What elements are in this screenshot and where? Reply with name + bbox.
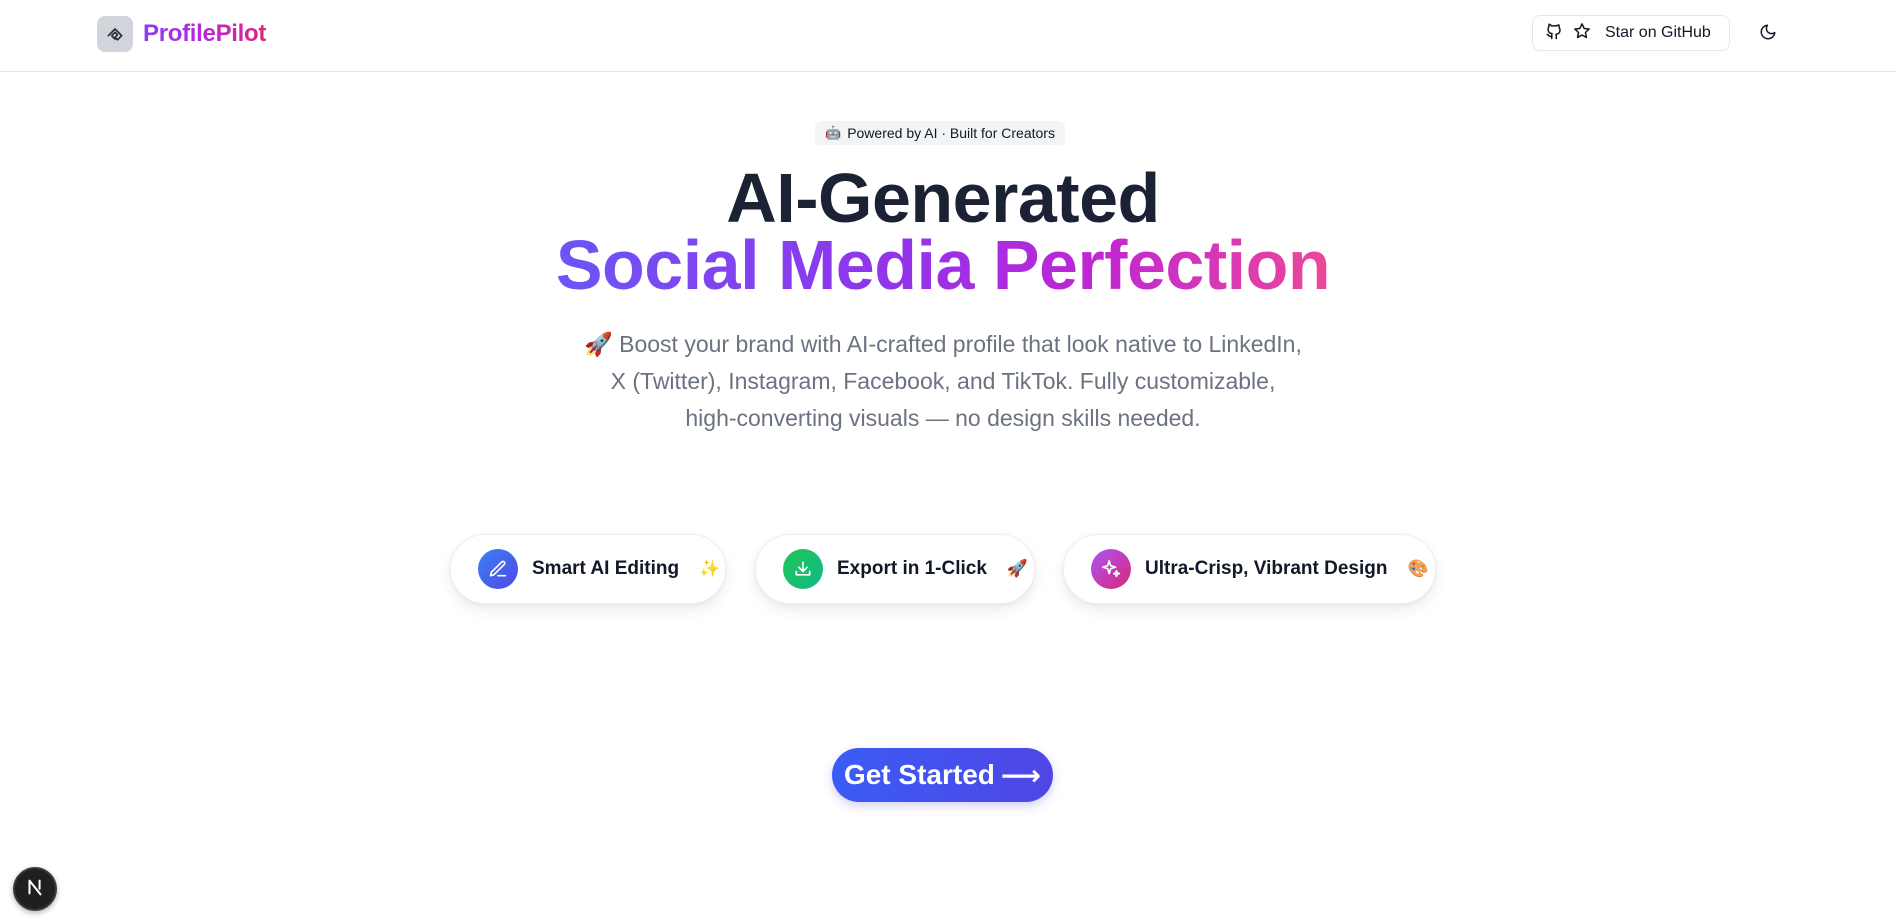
hero-badge-text: Powered by AI · Built for Creators xyxy=(847,125,1055,141)
star-icon xyxy=(1573,22,1591,45)
feature-label: Smart AI Editing xyxy=(532,558,680,579)
feature-pill-export[interactable]: Export in 1-Click 🚀 xyxy=(755,534,1035,604)
arrow-right-icon: ⟶ xyxy=(1000,759,1042,791)
star-on-github-button[interactable]: Star on GitHub xyxy=(1532,15,1730,51)
sparkles-emoji: ✨ xyxy=(699,559,721,578)
hero-title-gradient-text: Social Media Perfection xyxy=(555,226,1331,304)
brand-logo-link[interactable]: ProfilePilot xyxy=(97,16,266,52)
nextjs-dev-indicator[interactable] xyxy=(13,867,57,911)
github-icon xyxy=(1545,22,1563,45)
sparkles-icon xyxy=(1091,549,1131,589)
pencil-icon xyxy=(478,549,518,589)
feature-label: Ultra-Crisp, Vibrant Design xyxy=(1145,558,1388,579)
rocket-emoji: 🚀 xyxy=(1006,559,1029,578)
hero-title-line2: Social Media Perfection xyxy=(0,225,1886,305)
download-icon xyxy=(783,549,823,589)
brand-icon xyxy=(97,16,133,52)
moon-icon xyxy=(1759,23,1777,46)
brand-name: ProfilePilot xyxy=(143,20,267,47)
get-started-label: Get Started xyxy=(843,759,995,790)
feature-pill-vibrant-design[interactable]: Ultra-Crisp, Vibrant Design 🎨 xyxy=(1063,534,1436,604)
github-button-label: Star on GitHub xyxy=(1605,24,1711,41)
feature-pill-smart-ai-editing[interactable]: Smart AI Editing ✨ xyxy=(450,534,726,604)
get-started-button[interactable]: Get Started ⟶ xyxy=(832,748,1053,802)
hero-subtitle: 🚀 Boost your brand with AI-crafted profi… xyxy=(584,331,1302,431)
hero-badge: 🤖 Powered by AI · Built for Creators xyxy=(815,121,1065,145)
nextjs-logo-icon xyxy=(24,876,46,903)
site-header: ProfilePilot Star on GitHub xyxy=(0,0,1896,72)
theme-toggle-button[interactable] xyxy=(1752,18,1784,50)
feature-label: Export in 1-Click xyxy=(837,558,987,579)
robot-icon: 🤖 xyxy=(825,125,842,140)
palette-emoji: 🎨 xyxy=(1407,559,1429,578)
